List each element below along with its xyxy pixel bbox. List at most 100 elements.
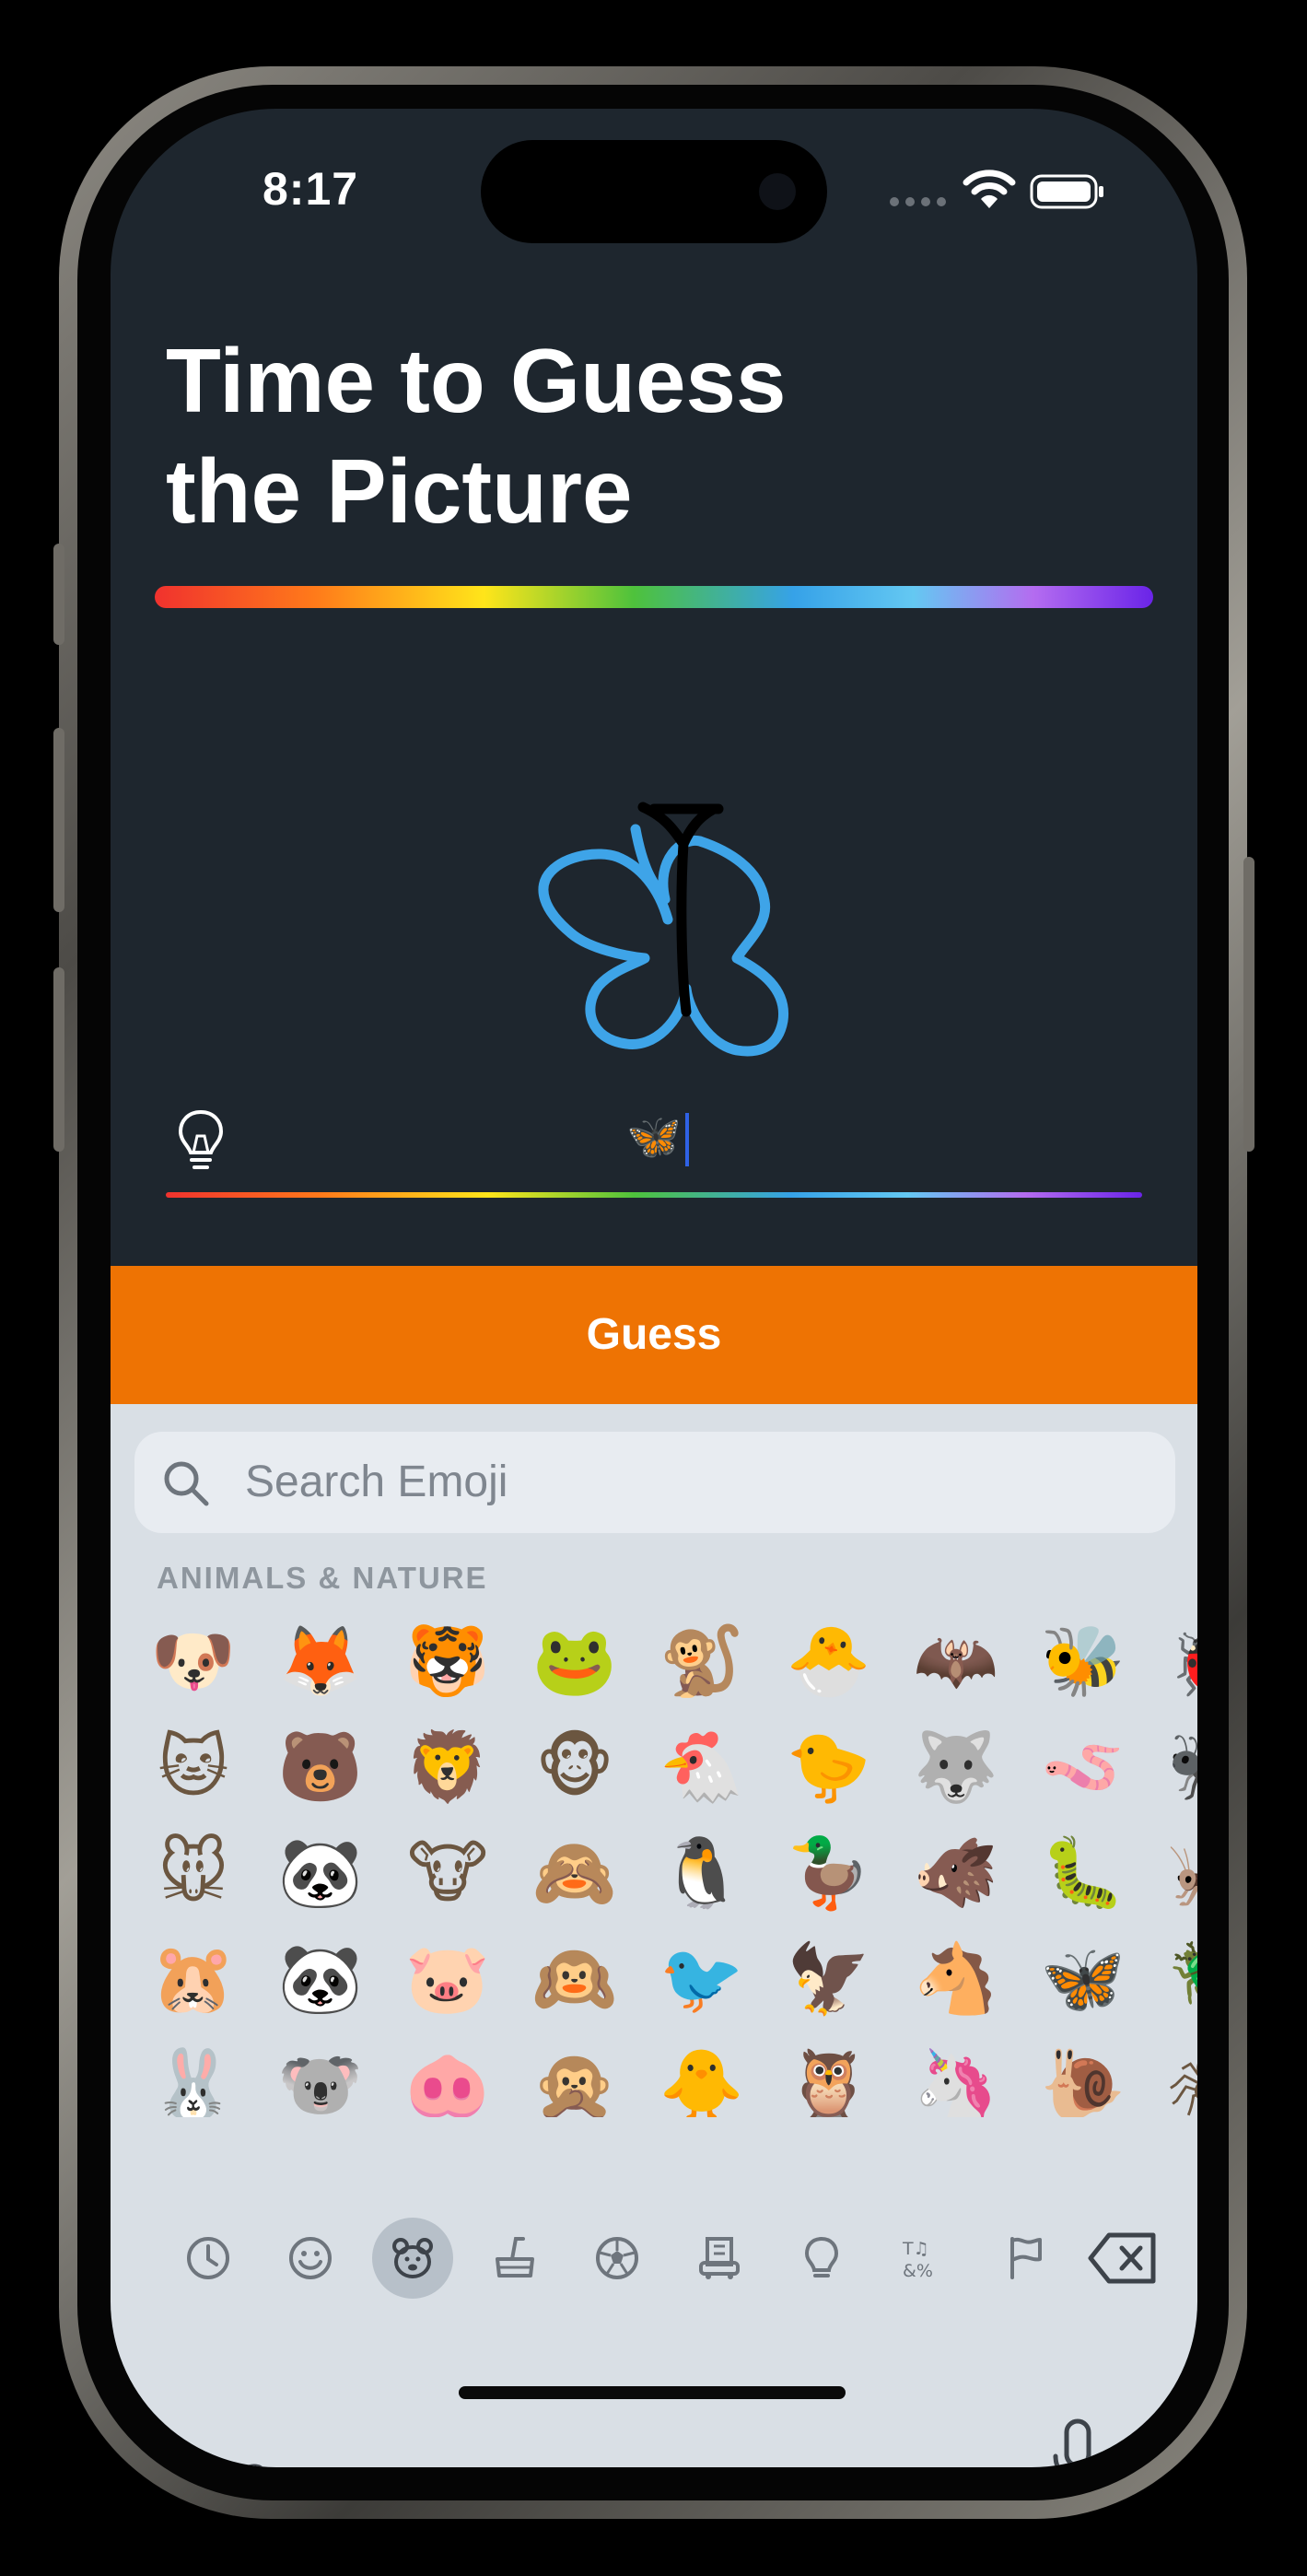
- emoji-category-bar: T♫ &%: [111, 2204, 1197, 2305]
- abc-key[interactable]: ABC: [184, 2456, 267, 2467]
- emoji-cell[interactable]: 🐰: [129, 2034, 258, 2117]
- emoji-cell[interactable]: 🦁: [383, 1716, 512, 1818]
- guess-input-value: 🦋: [626, 1113, 682, 1162]
- emoji-cell[interactable]: 🐗: [892, 1822, 1021, 1924]
- category-objects[interactable]: [781, 2218, 862, 2299]
- search-placeholder: Search Emoji: [245, 1458, 508, 1506]
- emoji-cell[interactable]: 🐺: [892, 1716, 1021, 1818]
- activity-icon: [596, 2237, 638, 2279]
- symbols-icon: T♫ &%: [902, 2239, 933, 2281]
- drawing-canvas: [538, 802, 788, 1057]
- category-smileys[interactable]: [270, 2218, 351, 2299]
- delete-icon[interactable]: [1087, 2230, 1161, 2287]
- objects-icon: [804, 2236, 839, 2277]
- emoji-cell[interactable]: 🦅: [764, 1928, 893, 2030]
- emoji-search-input[interactable]: Search Emoji: [134, 1432, 1175, 1533]
- title-line-1: Time to Guess: [166, 330, 787, 431]
- emoji-cell[interactable]: 🐝: [1019, 1610, 1148, 1712]
- emoji-keyboard: Search Emoji ANIMALS & NATURE 🐶 🦊 🐯 🐸 🐒 …: [111, 1404, 1197, 2467]
- animal-icon: [392, 2238, 433, 2278]
- svg-text:T♫: T♫: [902, 2239, 929, 2259]
- food-icon: [496, 2237, 534, 2277]
- emoji-cell[interactable]: 🐸: [510, 1610, 639, 1712]
- category-food[interactable]: [474, 2218, 555, 2299]
- butterfly-drawing: [538, 802, 788, 1057]
- search-icon: [164, 1461, 209, 1506]
- emoji-cell[interactable]: 🐭: [129, 1822, 258, 1924]
- emoji-cell[interactable]: 🐤: [764, 1716, 893, 1818]
- emoji-cell[interactable]: 🐶: [129, 1610, 258, 1712]
- emoji-cell[interactable]: 🐜: [1146, 1716, 1197, 1818]
- emoji-cell[interactable]: 🦇: [892, 1610, 1021, 1712]
- flags-icon: [1010, 2237, 1042, 2279]
- battery-icon: [1030, 174, 1103, 209]
- recent-icon: [187, 2237, 229, 2279]
- guess-input[interactable]: 🦋: [626, 1106, 811, 1170]
- emoji-cell[interactable]: 🐧: [637, 1822, 766, 1924]
- screen: 8:17 Time to Guess the Picture 🦋 Guess S…: [111, 109, 1197, 2467]
- lightbulb-icon[interactable]: [175, 1108, 227, 1173]
- emoji-cell[interactable]: 🐣: [764, 1610, 893, 1712]
- home-indicator[interactable]: [459, 2386, 846, 2399]
- emoji-cell[interactable]: 🕷: [1146, 2034, 1197, 2117]
- category-travel[interactable]: [679, 2218, 760, 2299]
- emoji-cell[interactable]: 🦋: [1019, 1928, 1148, 2030]
- emoji-cell[interactable]: 🐌: [1019, 2034, 1148, 2117]
- emoji-cell[interactable]: 🐔: [637, 1716, 766, 1818]
- category-symbols[interactable]: T♫ &%: [883, 2218, 964, 2299]
- guess-input-underline: [166, 1192, 1142, 1198]
- guess-button[interactable]: Guess: [111, 1266, 1197, 1404]
- emoji-cell[interactable]: 🐽: [383, 2034, 512, 2117]
- emoji-cell[interactable]: 🙊: [510, 2034, 639, 2117]
- emoji-cell[interactable]: 🐛: [1019, 1822, 1148, 1924]
- emoji-cell[interactable]: 🐦: [637, 1928, 766, 2030]
- emoji-cell[interactable]: 🐴: [892, 1928, 1021, 2030]
- emoji-cell[interactable]: 🐒: [637, 1610, 766, 1712]
- title-line-2: the Picture: [166, 440, 633, 542]
- category-flags[interactable]: [986, 2218, 1067, 2299]
- volume-down-button: [53, 967, 64, 1152]
- emoji-cell[interactable]: 🐷: [383, 1928, 512, 2030]
- emoji-cell[interactable]: 🪱: [1019, 1716, 1148, 1818]
- category-activity[interactable]: [577, 2218, 658, 2299]
- emoji-cell[interactable]: 🐻: [256, 1716, 385, 1818]
- power-button: [1243, 857, 1254, 1152]
- emoji-cell[interactable]: 🦄: [892, 2034, 1021, 2117]
- emoji-grid: 🐶 🦊 🐯 🐸 🐒 🐣 🦇 🐝 🐞 🐱 🐻 🦁 🐵 🐔 🐤 🐺 🪱 🐜 🐭 🐼 …: [129, 1610, 1197, 2117]
- rainbow-divider: [155, 586, 1153, 608]
- emoji-cell[interactable]: 🐵: [510, 1716, 639, 1818]
- emoji-cell[interactable]: 🐞: [1146, 1610, 1197, 1712]
- emoji-cell[interactable]: 🐹: [129, 1928, 258, 2030]
- wifi-icon: [963, 170, 1016, 208]
- emoji-category-label: ANIMALS & NATURE: [157, 1561, 488, 1595]
- emoji-cell[interactable]: 🦊: [256, 1610, 385, 1712]
- dynamic-island: [481, 140, 827, 243]
- page-title: Time to Guess the Picture: [166, 325, 995, 546]
- emoji-cell[interactable]: 🪲: [1146, 1928, 1197, 2030]
- emoji-cell[interactable]: 🦉: [764, 2034, 893, 2117]
- emoji-cell[interactable]: 🐮: [383, 1822, 512, 1924]
- travel-icon: [699, 2237, 740, 2279]
- category-animals[interactable]: [372, 2218, 453, 2299]
- smiley-icon: [289, 2237, 332, 2279]
- emoji-cell[interactable]: 🙈: [510, 1822, 639, 1924]
- emoji-cell[interactable]: 🐼: [256, 1928, 385, 2030]
- action-button: [53, 544, 64, 645]
- emoji-cell[interactable]: 🙉: [510, 1928, 639, 2030]
- signal-icon: [890, 197, 946, 206]
- emoji-cell[interactable]: 🦗: [1146, 1822, 1197, 1924]
- category-recent[interactable]: [168, 2218, 249, 2299]
- emoji-cell[interactable]: 🐥: [637, 2034, 766, 2117]
- status-bar: 8:17: [111, 109, 1197, 265]
- emoji-cell[interactable]: 🦆: [764, 1822, 893, 1924]
- volume-up-button: [53, 728, 64, 912]
- svg-text:&%: &%: [903, 2261, 933, 2281]
- emoji-cell[interactable]: 🐨: [256, 2034, 385, 2117]
- text-caret: [684, 1113, 689, 1167]
- emoji-cell[interactable]: 🐱: [129, 1716, 258, 1818]
- emoji-cell[interactable]: 🐼: [256, 1822, 385, 1924]
- front-camera: [759, 173, 796, 210]
- emoji-cell[interactable]: 🐯: [383, 1610, 512, 1712]
- status-time: 8:17: [263, 163, 359, 215]
- microphone-icon[interactable]: [1050, 2418, 1105, 2467]
